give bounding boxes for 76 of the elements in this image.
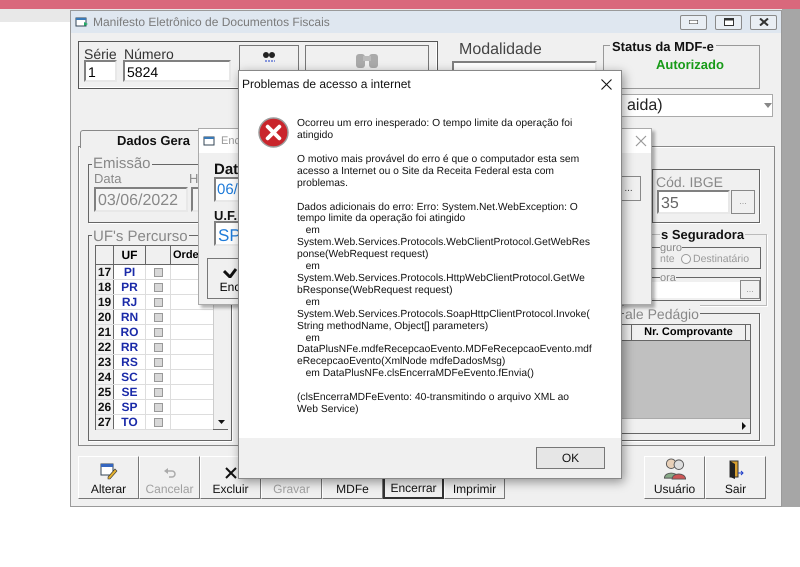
checkbox[interactable] (154, 418, 162, 426)
error-message: Dados adicionais do erro: Erro: System.Net.WebException: O tempo limite da operação foi atingido em System.Web.Services.Protocols.WebClientProtocol.GetWebRes ponse(WebRequest request) em System.Web.Services.Protocols.HttpWebClientProtocol.GetWe bResponse(WebRequest request) em System.Web.Services.Protocols.SoapHttpClientProtocol.Invoke( String methodName, Object[] parameters) em DataPlusNFe.mdfeRecepcaoEvento.MDFeRecepcaoEvento.mdf eRecepcaoEvento(XmlNode mdfeDadosMsg) em DataPlusNFe.clsEncerraMDFeEvento.fEnvia() (297, 202, 592, 380)
table-cell: SE (114, 385, 146, 399)
checkbox[interactable] (154, 388, 162, 396)
ok-button[interactable]: OK (536, 447, 605, 469)
close-button[interactable] (750, 14, 777, 30)
maximize-button[interactable] (715, 14, 742, 30)
column-header: UF (114, 246, 146, 264)
checkbox[interactable] (154, 298, 162, 306)
error-icon (258, 117, 289, 148)
maximize-icon (724, 18, 734, 26)
app-icon (203, 135, 217, 147)
minimize-icon (689, 20, 698, 24)
error-message: Ocorreu um erro inesperado: O tempo limite da operação foi atingido (297, 118, 574, 142)
row-number: 17 (96, 265, 114, 279)
row-number: 25 (96, 385, 114, 399)
modalidade-label: Modalidade (459, 40, 542, 60)
app-icon (75, 16, 89, 28)
status-value: Autorizado (656, 56, 724, 74)
checkbox[interactable] (154, 358, 162, 366)
dropdown-value: aida) (626, 96, 664, 116)
column-header: Nr. Comprovante (632, 325, 746, 340)
ibge-field[interactable]: 35 (657, 190, 730, 214)
row-number: 22 (96, 340, 114, 354)
row-number: 18 (96, 280, 114, 294)
table-cell: PI (114, 265, 146, 279)
error-message: O motivo mais provável do erro é que o computador esta sem acesso a Internet ou o Site da Receita Federal esta com problemas. (297, 154, 580, 190)
hora-label: H (189, 172, 198, 186)
checkbox[interactable] (154, 312, 162, 322)
table-cell: SP (114, 400, 146, 414)
table-cell: RN (114, 310, 146, 324)
minimize-button[interactable] (680, 14, 707, 30)
table-cell: TO (114, 415, 146, 429)
delete-icon (224, 466, 238, 480)
table-cell: RR (114, 340, 146, 354)
caret-icon (764, 103, 772, 108)
table-cell: RJ (114, 295, 146, 309)
row-number: 24 (96, 370, 114, 384)
cod-ibge-label: Cód. IBGE (656, 173, 723, 192)
row-number: 27 (96, 415, 114, 429)
column-header: Orde (172, 248, 200, 263)
serie-field[interactable]: 1 (84, 60, 117, 82)
data-label: Dat (214, 160, 238, 180)
table-cell: RS (114, 355, 146, 369)
table-cell: RO (114, 325, 146, 339)
table-cell: PR (114, 280, 146, 294)
edit-icon (100, 462, 118, 480)
pedagio-label: ale Pedágio (624, 304, 700, 325)
table-cell: SC (114, 370, 146, 384)
row-number: 19 (96, 295, 114, 309)
numero-field[interactable]: 5824 (123, 60, 231, 82)
row-number: 26 (96, 400, 114, 414)
checkbox[interactable] (154, 342, 162, 352)
row-number: 21 (96, 325, 114, 339)
exit-door-icon (728, 460, 744, 480)
checkbox[interactable] (154, 328, 162, 336)
toolbar-button[interactable]: Usuário (644, 456, 705, 499)
toolbar-button[interactable]: Sair (705, 456, 766, 499)
undo-icon (162, 468, 176, 480)
checkbox[interactable] (154, 402, 162, 412)
window-title: Manifesto Eletrônico de Documentos Fiscais (93, 14, 330, 31)
data-label: Data (94, 172, 122, 186)
checkbox[interactable] (154, 268, 162, 276)
row-number: 23 (96, 355, 114, 369)
close-icon[interactable] (601, 78, 612, 90)
checkbox[interactable] (154, 282, 162, 292)
binoculars-icon (262, 50, 276, 62)
users-icon (662, 457, 688, 480)
close-icon (758, 18, 768, 26)
row-number: 20 (96, 310, 114, 324)
error-message: (clsEncerraMDFeEvento: 40-transmitindo o arquivo XML ao Web Service) (297, 392, 570, 416)
check-icon (223, 268, 237, 278)
dialog-title: Problemas de acesso a internet (242, 76, 412, 93)
scrollbar[interactable] (622, 418, 750, 433)
toolbar-button[interactable]: Alterar (78, 456, 139, 499)
checkbox[interactable] (154, 372, 162, 382)
